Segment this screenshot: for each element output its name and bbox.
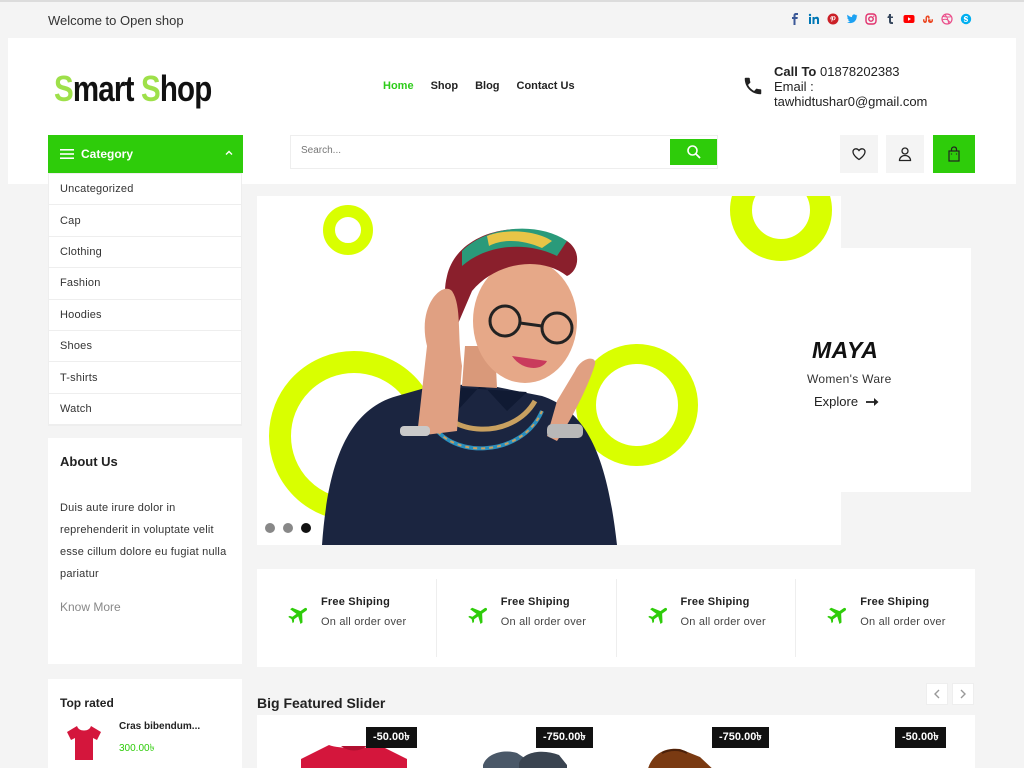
skype-icon[interactable]	[960, 13, 972, 25]
search-input[interactable]	[301, 145, 661, 156]
nav-contact-us[interactable]: Contact Us	[517, 80, 575, 92]
discount-badge: -50.00৳	[366, 727, 417, 748]
featured-products-row: -50.00৳ -750.00৳ -750.00৳ -50.00৳	[257, 715, 975, 768]
tshirt-thumbnail[interactable]	[65, 722, 103, 762]
top-rated-product-name[interactable]: Cras bibendum...	[119, 721, 200, 732]
welcome-text: Welcome to Open shop	[48, 13, 184, 28]
feature-item: Free Shiping On all order over	[437, 579, 617, 657]
feature-title: Free Shiping	[680, 596, 750, 608]
arrow-right-icon	[866, 397, 879, 406]
feature-item: Free Shiping On all order over	[796, 579, 975, 657]
contact-info: Call To 01878202383 Email : tawhidtushar…	[742, 64, 927, 109]
about-text: Duis aute irure dolor in reprehenderit i…	[60, 502, 227, 580]
top-rated-title: Top rated	[60, 696, 114, 710]
airplane-icon	[827, 607, 847, 624]
category-item-cap[interactable]: Cap	[49, 205, 241, 237]
hero-model-image	[269, 196, 832, 545]
slider-next-button[interactable]	[952, 683, 974, 705]
explore-link[interactable]: Explore	[814, 394, 880, 409]
discount-badge: -750.00৳	[536, 727, 593, 748]
category-item-fashion[interactable]: Fashion	[49, 268, 241, 300]
slider-dot-active[interactable]	[301, 523, 311, 533]
wishlist-button[interactable]	[840, 135, 878, 173]
chevron-left-icon	[934, 689, 940, 699]
shopping-bag-icon	[948, 146, 960, 162]
account-button[interactable]	[886, 135, 924, 173]
pinterest-icon[interactable]	[827, 13, 839, 25]
email-address: tawhidtushar0@gmail.com	[774, 94, 928, 109]
facebook-icon[interactable]	[789, 13, 801, 25]
airplane-icon	[467, 607, 487, 624]
feature-subtitle: On all order over	[680, 616, 766, 628]
airplane-icon	[647, 607, 667, 624]
features-strip: Free Shiping On all order over Free Ship…	[257, 569, 975, 667]
category-item-t-shirts[interactable]: T-shirts	[49, 362, 241, 394]
site-header: Smart Shop Home Shop Blog Contact Us Cal…	[8, 38, 1016, 184]
top-rated-widget: Top rated Cras bibendum... 300.00৳	[48, 679, 242, 768]
phone-icon	[744, 77, 762, 95]
hero-caption-panel	[840, 248, 971, 492]
explore-label: Explore	[814, 394, 859, 409]
feature-item: Free Shiping On all order over	[257, 579, 437, 657]
hero-slider[interactable]	[257, 196, 841, 545]
chevron-up-icon	[225, 150, 233, 155]
category-item-hoodies[interactable]: Hoodies	[49, 300, 241, 331]
search-bar	[290, 135, 718, 169]
feature-title: Free Shiping	[500, 596, 570, 608]
youtube-icon[interactable]	[903, 13, 915, 25]
user-icon	[898, 147, 912, 162]
nav-shop[interactable]: Shop	[431, 80, 459, 92]
phone-number: 01878202383	[820, 64, 900, 79]
feature-item: Free Shiping On all order over	[617, 579, 797, 657]
slider-pagination	[265, 523, 311, 533]
feature-subtitle: On all order over	[321, 616, 407, 628]
category-list: Uncategorized Cap Clothing Fashion Hoodi…	[48, 173, 242, 427]
hero-title: MAYA	[812, 337, 879, 363]
email-label: Email :	[774, 79, 814, 94]
feature-subtitle: On all order over	[500, 616, 587, 628]
discount-badge: -50.00৳	[895, 727, 946, 748]
nav-blog[interactable]: Blog	[475, 80, 499, 92]
dribbble-icon[interactable]	[941, 13, 953, 25]
category-item-clothing[interactable]: Clothing	[49, 237, 241, 269]
cart-button[interactable]	[933, 135, 975, 173]
category-item-uncategorized[interactable]: Uncategorized	[49, 174, 241, 206]
know-more-link[interactable]: Know More	[60, 600, 121, 614]
featured-slider-title: Big Featured Slider	[257, 695, 386, 711]
slider-prev-button[interactable]	[926, 683, 948, 705]
tumblr-icon[interactable]	[884, 13, 896, 25]
hero-subtitle: Women's Ware	[807, 372, 892, 386]
twitter-icon[interactable]	[846, 13, 858, 25]
top-bar: Welcome to Open shop	[0, 0, 1024, 38]
nav-home[interactable]: Home	[383, 80, 414, 92]
about-widget: About Us Duis aute irure dolor in repreh…	[48, 438, 242, 664]
feature-title: Free Shiping	[860, 596, 930, 608]
airplane-icon	[288, 607, 308, 624]
heart-icon	[852, 148, 866, 161]
category-item-watch[interactable]: Watch	[49, 394, 241, 426]
category-item-shoes[interactable]: Shoes	[49, 331, 241, 363]
slider-dot[interactable]	[283, 523, 293, 533]
discount-badge: -750.00৳	[712, 727, 769, 748]
chevron-right-icon	[960, 689, 966, 699]
main-nav: Home Shop Blog Contact Us	[383, 80, 592, 92]
slider-dot[interactable]	[265, 523, 275, 533]
feature-title: Free Shiping	[321, 596, 391, 608]
search-icon	[686, 145, 701, 159]
instagram-icon[interactable]	[865, 13, 877, 25]
call-label: Call To	[774, 64, 817, 79]
top-rated-product-price: 300.00৳	[119, 743, 155, 754]
site-logo[interactable]: Smart Shop	[54, 68, 212, 110]
linkedin-icon[interactable]	[808, 13, 820, 25]
about-title: About Us	[60, 454, 118, 469]
stumbleupon-icon[interactable]	[922, 13, 934, 25]
feature-subtitle: On all order over	[860, 616, 946, 628]
category-toggle-button[interactable]: Category	[48, 135, 243, 173]
category-label: Category	[81, 147, 134, 161]
menu-icon	[60, 149, 74, 159]
search-button[interactable]	[670, 139, 717, 165]
social-links	[789, 13, 972, 25]
